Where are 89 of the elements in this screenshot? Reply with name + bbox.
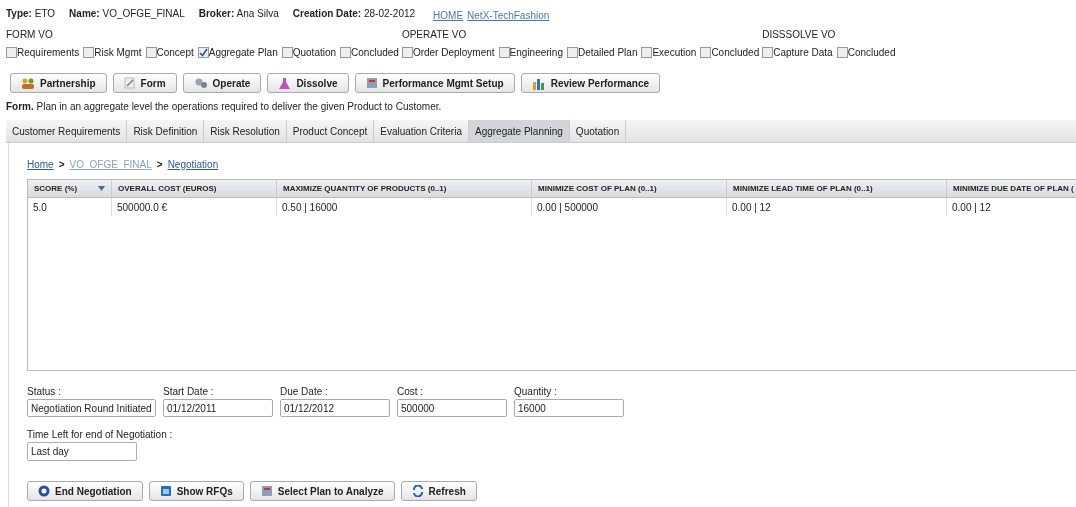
checkbox-label: Engineering [509,46,563,60]
checkbox[interactable] [498,47,510,58]
field-label: Due Date : [280,385,329,399]
checkbox[interactable] [145,47,157,58]
field-label: Start Date : [163,385,215,399]
header-link[interactable]: HOME [433,8,464,23]
checkbox[interactable] [340,47,352,58]
checkbox-label: Quotation [292,46,337,60]
checkbox[interactable] [836,47,848,58]
checkbox[interactable] [641,47,653,58]
breadcrumb-link[interactable]: Negotiation [167,157,219,172]
tab[interactable]: Aggregate Planning [469,120,570,142]
header-field: Name: VO_OFGE_FINAL [69,6,185,21]
checkbox-label: Risk Mgmt [94,46,142,60]
description: Form. Plan in an aggregate level the operations required to deliver the given Product to Customer. [5,100,443,114]
column-header[interactable]: SCORE (%) [28,180,112,197]
table-cell: 0.00 | 500000 [532,198,727,216]
table-cell: 5.0 [28,198,112,216]
checkbox-label: Order Deployment [412,46,495,60]
table-cell: 500000.0 € [112,198,277,216]
toolbar-button[interactable]: End Negotiation [27,481,143,501]
toolbar-button[interactable]: Operate [182,73,262,93]
toolbar-button[interactable]: Form [112,73,177,93]
tab[interactable]: Customer Requirements [6,120,128,142]
checkbox-label: Concluded [711,46,760,60]
header-field: Broker: Ana Silva [198,6,279,21]
window-icon [159,485,172,497]
toolbar-button[interactable]: Dissolve [267,73,349,93]
checkbox-label: Concluded [847,46,896,60]
checkbox-label: Concept [156,46,194,60]
document-icon [365,77,378,89]
refresh-icon [411,485,424,497]
phase-title: DISSSOLVE VO [762,28,837,42]
column-header[interactable]: MINIMIZE LEAD TIME OF PLAN (0..1) [727,180,947,197]
phase-title: OPERATE VO [401,28,468,42]
field-label: Quantity : [514,385,558,399]
tab[interactable]: Product Concept [286,120,375,142]
text-field[interactable]: Last day [27,442,137,461]
text-field[interactable]: 01/12/2011 [163,399,273,417]
text-field[interactable]: 01/12/2012 [280,399,390,417]
column-header[interactable]: OVERALL COST (EUROS) [112,180,277,197]
tab[interactable]: Risk Resolution [204,120,287,142]
field-label: Cost : [397,385,425,399]
checkbox[interactable] [566,47,578,58]
field-label: Time Left for end of Negotiation : [27,428,174,442]
checkbox[interactable] [197,47,209,58]
people-icon [21,76,35,90]
checkbox[interactable] [401,47,413,58]
breadcrumb-link[interactable]: Home [27,157,54,172]
tab[interactable]: Risk Definition [127,120,205,142]
checkbox-label: Aggregate Plan [208,46,278,60]
header-link[interactable]: NetX-TechFashion [467,8,550,23]
text-field[interactable]: Negotiation Round Initiated [27,399,156,417]
checkbox[interactable] [700,47,712,58]
table-cell: 0.50 | 16000 [277,198,532,216]
toolbar-button[interactable]: Performance Mgmt Setup [354,73,515,93]
toolbar-button[interactable]: Select Plan to Analyze [249,481,395,501]
field-label: Status : [27,385,62,399]
checkbox-label: Requirements [17,46,80,60]
pencil-icon [123,77,136,89]
checkbox-label: Execution [652,46,697,60]
flask-icon [278,76,292,90]
text-field[interactable]: 500000 [397,399,507,417]
sort-icon [98,186,105,191]
tab[interactable]: Quotation [569,120,627,142]
checkbox-label: Capture Data [773,46,833,60]
toolbar-button[interactable]: Partnership [10,73,107,93]
header-field: Type: ETO [6,6,56,21]
column-header[interactable]: MINIMIZE COST OF PLAN (0..1) [532,180,727,197]
breadcrumb-separator: > [58,158,65,172]
checkbox-label: Concluded [351,46,399,60]
bar-chart-icon [531,76,546,90]
header-field: Creation Date: 28-02-2012 [292,6,416,21]
checkbox[interactable] [6,47,17,58]
column-header[interactable]: MAXIMIZE QUANTITY OF PRODUCTS (0..1) [277,180,532,197]
checkbox-label: Detailed Plan [577,46,638,60]
column-header[interactable]: MINIMIZE DUE DATE OF PLAN ( [947,180,1076,197]
table-cell: 0.00 | 12 [727,198,947,216]
phase-title: FORM VO [6,28,54,42]
breadcrumb-separator: > [156,158,163,172]
toolbar-button[interactable]: Review Performance [520,73,661,93]
checkbox[interactable] [762,47,774,58]
document-icon [260,485,273,497]
toolbar-button[interactable]: Show RFQs [148,481,244,501]
checkbox[interactable] [83,47,95,58]
toolbar-button[interactable]: Refresh [400,481,477,501]
text-field[interactable]: 16000 [514,399,624,417]
table-cell: 0.00 | 12 [947,198,1076,216]
checkbox[interactable] [281,47,293,58]
